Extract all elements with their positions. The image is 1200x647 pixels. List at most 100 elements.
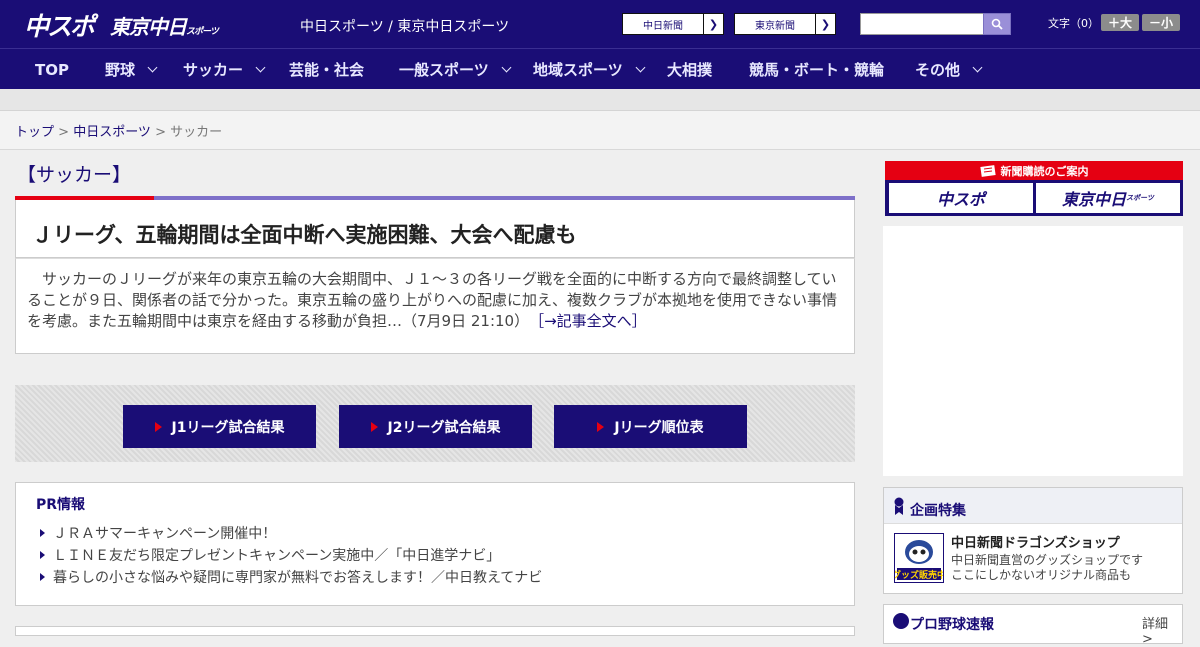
baseball-icon — [893, 613, 909, 629]
ad-slot[interactable] — [883, 226, 1183, 476]
tokyo-chunichi-logo[interactable]: 東京中日スポーツ — [110, 11, 219, 40]
subscribe-tokyo-text: 東京中日 — [1062, 190, 1127, 209]
nav-regional-sports[interactable]: 地域スポーツ — [533, 49, 646, 90]
arrow-right-icon: ❯ — [815, 14, 835, 34]
search-icon — [991, 18, 1003, 30]
sub-nav-band — [0, 89, 1200, 111]
special-feature-box: 企画特集 グッズ販売中 中日新聞ドラゴンズショップ 中日新聞直営のグッズショップ… — [883, 487, 1183, 594]
breadcrumb-separator: > — [54, 125, 74, 140]
triangle-right-icon — [40, 551, 45, 559]
nav-entertainment[interactable]: 芸能・社会 — [289, 49, 364, 90]
pro-baseball-details-link[interactable]: 詳細 > — [1142, 613, 1182, 647]
chevron-down-icon — [501, 62, 512, 72]
j1-results-button[interactable]: J1リーグ試合結果 — [123, 405, 316, 448]
pro-baseball-box: プロ野球速報 詳細 > — [883, 604, 1183, 647]
nav-label: 一般スポーツ — [399, 61, 489, 79]
pr-item[interactable]: ＬＩＮＥ友だち限定プレゼントキャンペーン実施中／「中日進学ナビ」 — [40, 545, 500, 565]
site-links: 中日スポーツ / 東京中日スポーツ — [300, 16, 509, 36]
subscribe-tokyo-sub: スポーツ — [1126, 194, 1154, 202]
shop-desc-line: 中日新聞直営のグッズショップです — [951, 553, 1144, 567]
pr-item-label: ＪＲＡサマーキャンペーン開催中！ — [53, 526, 277, 542]
breadcrumb-top[interactable]: トップ — [15, 125, 54, 140]
subscription-banner[interactable]: 新聞購読のご案内 中スポ 東京中日 スポーツ — [885, 161, 1183, 216]
header-bar: 中スポ 東京中日スポーツ 中日スポーツ / 東京中日スポーツ 中日新聞 ❯ 東京… — [0, 0, 1200, 48]
tokyo-shimbun-label: 東京新聞 — [755, 20, 795, 32]
nav-label: TOP — [35, 60, 69, 79]
j2-results-button[interactable]: J2リーグ試合結果 — [339, 405, 532, 448]
next-content-box — [15, 626, 855, 636]
subscribe-tokyo-logo[interactable]: 東京中日 スポーツ — [1036, 183, 1180, 213]
triangle-right-icon — [40, 573, 45, 581]
chevron-down-icon — [635, 62, 646, 72]
arrow-right-icon: ❯ — [703, 14, 723, 34]
search-input[interactable] — [860, 13, 984, 35]
breadcrumb-section[interactable]: 中日スポーツ — [73, 125, 151, 140]
jleague-standings-button[interactable]: Jリーグ順位表 — [554, 405, 747, 448]
dragons-shop-description: 中日新聞直営のグッズショップです ここにしかないオリジナル商品も — [951, 553, 1143, 583]
nav-other[interactable]: その他 — [915, 49, 983, 90]
site-link-chunichi-sports[interactable]: 中日スポーツ — [300, 19, 384, 35]
pr-title: PR情報 — [36, 497, 86, 513]
breadcrumb: トップ > 中日スポーツ > サッカー — [0, 111, 1200, 150]
dragons-mascot-icon: グッズ販売中 — [892, 540, 946, 581]
pr-item[interactable]: 暮らしの小さな悩みや疑問に専門家が無料でお答えします！／中日教えてナビ — [40, 567, 542, 587]
pr-item[interactable]: ＪＲＡサマーキャンペーン開催中！ — [40, 523, 276, 543]
subscription-header: 新聞購読のご案内 — [885, 161, 1183, 180]
ribbon-icon — [894, 497, 904, 515]
nav-soccer[interactable]: サッカー — [183, 49, 266, 90]
font-smaller-button[interactable]: －小 — [1142, 14, 1180, 31]
j1-results-label: J1リーグ試合結果 — [171, 419, 285, 436]
font-larger-button[interactable]: ＋大 — [1101, 14, 1139, 31]
jleague-standings-label: Jリーグ順位表 — [614, 419, 704, 436]
shop-desc-line: ここにしかないオリジナル商品も — [951, 568, 1132, 582]
nav-general-sports[interactable]: 一般スポーツ — [399, 49, 512, 90]
nav-baseball[interactable]: 野球 — [105, 49, 158, 90]
search-button[interactable] — [983, 13, 1011, 35]
chunichi-shimbun-label: 中日新聞 — [643, 20, 683, 32]
nav-label: 大相撲 — [667, 61, 713, 79]
chevron-down-icon — [147, 62, 158, 72]
tokyo-shimbun-button[interactable]: 東京新聞 ❯ — [734, 13, 836, 35]
pr-item-label: ＬＩＮＥ友だち限定プレゼントキャンペーン実施中／「中日進学ナビ」 — [53, 548, 501, 564]
tokyo-logo-text: 東京中日 — [110, 15, 187, 39]
nav-label: その他 — [915, 61, 961, 79]
pr-item-label: 暮らしの小さな悩みや疑問に専門家が無料でお答えします！／中日教えてナビ — [53, 570, 543, 586]
triangle-right-icon — [154, 421, 162, 432]
nav-label: 地域スポーツ — [533, 61, 623, 79]
read-more-link[interactable]: ［→記事全文へ］ — [537, 312, 647, 330]
nav-label: 野球 — [105, 61, 136, 79]
chevron-down-icon — [972, 62, 983, 72]
chuspo-logo[interactable]: 中スポ — [24, 7, 95, 43]
nav-sumo[interactable]: 大相撲 — [667, 49, 712, 90]
dragons-shop-name[interactable]: 中日新聞ドラゴンズショップ — [951, 532, 1120, 551]
article-summary: サッカーのＪリーグが来年の東京五輪の大会期間中、Ｊ１～３の各リーグ戦を全面的に中… — [15, 258, 855, 354]
newspaper-icon — [979, 164, 996, 177]
nav-racing[interactable]: 競馬・ボート・競輪 — [749, 49, 884, 90]
shop-thumb-label: グッズ販売中 — [895, 569, 943, 581]
article-body-text: サッカーのＪリーグが来年の東京五輪の大会期間中、Ｊ１～３の各リーグ戦を全面的に中… — [27, 270, 838, 330]
font-size-label: 文字（0） — [1048, 17, 1099, 30]
site-link-tokyo-chunichi-sports[interactable]: 東京中日スポーツ — [397, 19, 509, 35]
chevron-down-icon — [255, 62, 266, 72]
pr-box — [15, 482, 855, 606]
triangle-right-icon — [597, 421, 605, 432]
j2-results-label: J2リーグ試合結果 — [387, 419, 501, 436]
nav-top[interactable]: TOP — [35, 49, 69, 90]
breadcrumb-separator: > — [150, 125, 171, 140]
dragons-shop-thumbnail[interactable]: グッズ販売中 — [892, 533, 946, 583]
subscribe-chuspo-logo[interactable]: 中スポ — [889, 183, 1033, 213]
article-title[interactable]: Ｊリーグ、五輪期間は全面中断へ実施困難、大会へ配慮も — [32, 219, 577, 249]
main-nav: TOP 野球 サッカー 芸能・社会 一般スポーツ 地域スポーツ 大相撲 競馬・ボ… — [0, 48, 1200, 89]
chunichi-shimbun-button[interactable]: 中日新聞 ❯ — [622, 13, 724, 35]
nav-label: サッカー — [183, 61, 244, 79]
triangle-right-icon — [40, 529, 45, 537]
site-link-separator: / — [383, 19, 398, 35]
section-title: 【サッカー】 — [17, 164, 132, 186]
breadcrumb-current: サッカー — [170, 125, 223, 140]
nav-label: 競馬・ボート・競輪 — [749, 61, 885, 79]
subscription-title: 新聞購読のご案内 — [1000, 164, 1089, 178]
nav-label: 芸能・社会 — [289, 61, 365, 79]
special-feature-header: 企画特集 — [884, 488, 1182, 524]
special-feature-title: 企画特集 — [910, 503, 966, 519]
pro-baseball-title: プロ野球速報 — [910, 617, 994, 633]
